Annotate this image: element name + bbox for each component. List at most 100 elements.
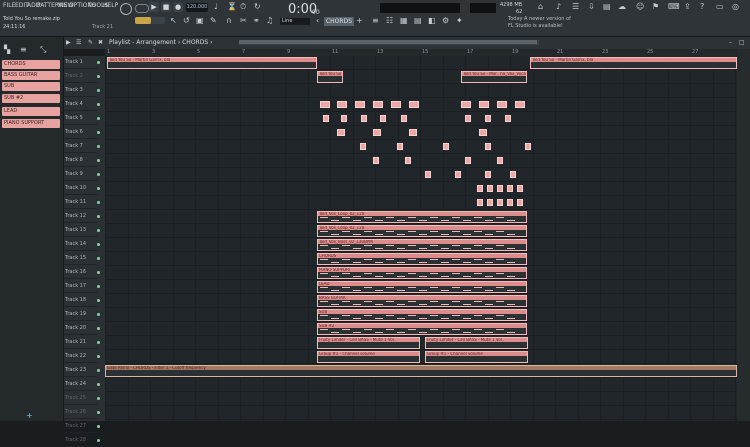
playlist-clip[interactable]: Told_Vox_Bass_02_120BPM xyxy=(317,239,527,251)
track-label[interactable]: Track 24 xyxy=(64,378,97,391)
pattern-block[interactable] xyxy=(373,101,383,108)
playlist-clip[interactable]: Group #1 - Channel volume xyxy=(317,351,420,363)
pattern-block[interactable] xyxy=(373,129,381,136)
playlist-clip[interactable]: Told You So - Martin Garrix, bla xyxy=(530,57,737,69)
track-label[interactable]: Track 25 xyxy=(64,392,97,405)
playlist-clip[interactable]: LEAD xyxy=(317,281,527,293)
track-label[interactable]: Track 12 xyxy=(64,210,97,223)
pat-song-toggle[interactable] xyxy=(135,4,149,13)
track-label[interactable]: Track 4 xyxy=(64,98,97,111)
browser-expand-icon[interactable]: ⤡ xyxy=(40,45,46,55)
pattern-block[interactable] xyxy=(405,157,411,164)
track-lane[interactable] xyxy=(105,126,737,140)
link-icon[interactable]: ⚭ xyxy=(253,16,260,26)
piano-roll-icon[interactable]: ▤ xyxy=(414,16,422,26)
song-position-bar[interactable] xyxy=(380,3,460,13)
track-mute-led[interactable] xyxy=(97,159,100,162)
playlist-vscroll[interactable] xyxy=(737,49,750,421)
pattern-block[interactable] xyxy=(479,129,487,136)
piano-icon[interactable]: ♫ xyxy=(266,16,273,26)
pattern-block[interactable] xyxy=(485,115,491,122)
track-label[interactable]: Track 3 xyxy=(64,84,97,97)
pattern-block[interactable] xyxy=(443,143,449,150)
playlist-clip[interactable]: Told_Vox_Loop_02_120 xyxy=(317,211,527,223)
browser-item-sub[interactable]: SUB xyxy=(2,82,60,91)
record-icon[interactable]: ● xyxy=(173,2,183,12)
playlist-paint-icon[interactable]: ✎ xyxy=(88,38,93,48)
play-icon[interactable]: ▶ xyxy=(149,2,159,12)
track-label[interactable]: Track 9 xyxy=(64,168,97,181)
track-label[interactable]: Track 5 xyxy=(64,112,97,125)
track-label[interactable]: Track 23 xyxy=(64,364,97,377)
track-lane[interactable] xyxy=(105,154,737,168)
track-lane[interactable] xyxy=(105,140,737,154)
pattern-block[interactable] xyxy=(337,129,345,136)
playlist-clip[interactable]: PIANO SUPPORT xyxy=(317,267,527,279)
pattern-block[interactable] xyxy=(487,185,493,192)
pattern-block[interactable] xyxy=(461,101,471,108)
news-line-2[interactable]: FL Studio is available! xyxy=(508,23,563,29)
track-mute-led[interactable] xyxy=(97,173,100,176)
layout-icon[interactable]: ▭ xyxy=(716,2,724,12)
browser-item-bass-guitar[interactable]: BASS GUITAR xyxy=(2,71,60,80)
mic-icon[interactable]: ♪ xyxy=(556,2,561,12)
plus-icon[interactable]: + xyxy=(356,16,363,26)
pattern-block[interactable] xyxy=(507,185,513,192)
track-label[interactable]: Track 7 xyxy=(64,140,97,153)
add-icon[interactable]: + xyxy=(26,411,33,421)
track-lane[interactable] xyxy=(105,350,737,364)
pattern-block[interactable] xyxy=(497,101,507,108)
pointer-icon[interactable]: ↖ xyxy=(170,16,177,26)
bulb-icon[interactable]: ✦ xyxy=(456,16,463,26)
save-icon[interactable]: ▣ xyxy=(196,16,204,26)
track-mute-led[interactable] xyxy=(97,201,100,204)
track-mute-led[interactable] xyxy=(97,271,100,274)
pattern-prev-icon[interactable]: ‹ xyxy=(316,16,319,26)
browser-item-chords[interactable]: CHORDS xyxy=(2,60,60,69)
browser-item-lead[interactable]: LEAD xyxy=(2,107,60,116)
pattern-block[interactable] xyxy=(360,143,366,150)
share-icon[interactable]: ⇪ xyxy=(684,2,691,12)
pattern-block[interactable] xyxy=(465,115,471,122)
track-label[interactable]: Track 21 xyxy=(64,336,97,349)
maximize-icon[interactable]: □ xyxy=(739,38,745,48)
stop-icon[interactable]: ■ xyxy=(161,2,171,12)
track-mute-led[interactable] xyxy=(97,257,100,260)
track-label[interactable]: Track 8 xyxy=(64,154,97,167)
flag-icon[interactable]: ⚑ xyxy=(652,2,659,12)
news-line-1[interactable]: Today A newer version of xyxy=(508,16,571,22)
pattern-block[interactable] xyxy=(337,101,347,108)
pattern-block[interactable] xyxy=(361,115,367,122)
mixer-icon[interactable]: ☷ xyxy=(386,16,393,26)
pattern-block[interactable] xyxy=(487,199,493,206)
pattern-block[interactable] xyxy=(517,185,523,192)
pattern-block[interactable] xyxy=(515,101,525,108)
track-label[interactable]: Track 14 xyxy=(64,238,97,251)
track-mute-led[interactable] xyxy=(97,341,100,344)
track-mute-led[interactable] xyxy=(97,355,100,358)
user-icon[interactable]: ☺ xyxy=(636,2,644,12)
pattern-block[interactable] xyxy=(517,199,523,206)
download-icon[interactable]: ⇩ xyxy=(588,2,595,12)
track-label[interactable]: Track 6 xyxy=(64,126,97,139)
plugin-db-icon[interactable]: ▤ xyxy=(603,2,611,12)
browser-item-sub-2[interactable]: SUB #2 xyxy=(2,94,60,103)
pattern-block[interactable] xyxy=(380,115,386,122)
track-label[interactable]: Track 1 xyxy=(64,56,97,69)
pattern-block[interactable] xyxy=(409,101,419,108)
track-lane[interactable] xyxy=(105,98,737,112)
track-label[interactable]: Track 11 xyxy=(64,196,97,209)
playlist-hscroll-thumb[interactable] xyxy=(239,40,537,44)
plugin-icon[interactable]: ⚙ xyxy=(442,16,449,26)
pattern-block[interactable] xyxy=(505,115,511,122)
playlist-clip[interactable]: SUB xyxy=(317,309,527,321)
playlist-clip[interactable]: Told You So Ayo... xyxy=(317,71,343,83)
pattern-block[interactable] xyxy=(479,101,489,108)
pattern-block[interactable] xyxy=(497,185,503,192)
track-mute-led[interactable] xyxy=(97,383,100,386)
pattern-select[interactable]: CHORDS xyxy=(324,17,354,26)
menu-help[interactable]: HELP xyxy=(103,2,118,9)
browser-item-piano-support[interactable]: PIANO SUPPORT xyxy=(2,119,60,128)
track-label[interactable]: Track 16 xyxy=(64,266,97,279)
pattern-block[interactable] xyxy=(391,101,401,108)
